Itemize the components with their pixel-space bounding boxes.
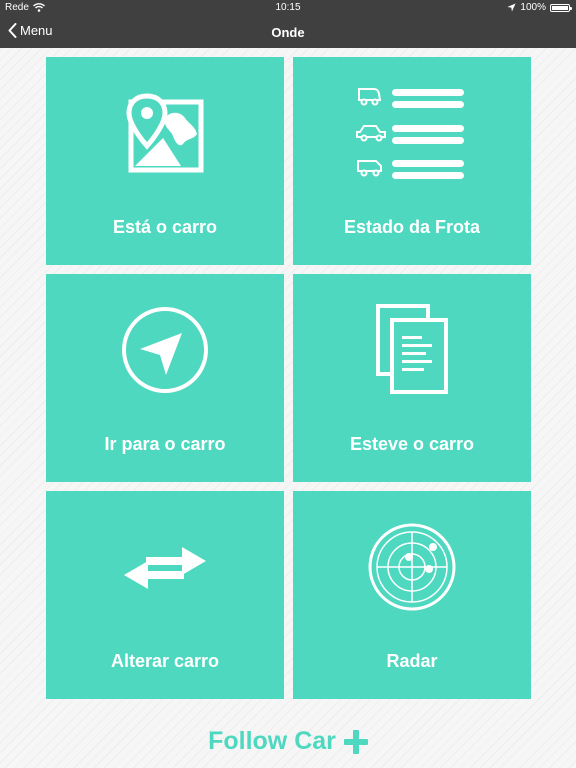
tile-esteve-o-carro[interactable]: Esteve o carro — [293, 274, 531, 482]
tile-label: Esteve o carro — [349, 434, 475, 454]
tile-label: Está o carro — [112, 217, 218, 237]
tile-alterar-carro[interactable]: Alterar carro — [46, 491, 284, 699]
back-button-label: Menu — [20, 23, 53, 38]
status-right: 100% — [507, 2, 572, 13]
map-pin-icon — [126, 92, 204, 172]
tile-radar[interactable]: Radar — [293, 491, 531, 699]
brand-text: Follow Car — [208, 727, 336, 755]
location-arrow-icon — [507, 3, 516, 12]
chevron-left-icon — [8, 23, 17, 38]
plus-icon — [343, 729, 368, 754]
back-button[interactable]: Menu — [8, 23, 53, 38]
battery-level — [552, 5, 568, 10]
documents-icon — [376, 304, 448, 394]
battery-percent: 100% — [520, 2, 546, 13]
tile-ir-para-o-carro[interactable]: Ir para o carro — [46, 274, 284, 482]
compass-icon — [122, 306, 208, 393]
tile-esta-o-carro[interactable]: Está o carro — [46, 57, 284, 265]
tile-label: Alterar carro — [110, 651, 220, 671]
swap-arrows-icon — [124, 546, 206, 589]
status-bar: Rede 10:15 100% — [0, 0, 576, 16]
battery-icon — [550, 3, 572, 12]
tile-label: Estado da Frota — [343, 217, 481, 237]
navigation-bar: Menu Onde — [0, 16, 576, 48]
fleet-list-icon — [356, 88, 464, 179]
brand-logo: Follow Car — [0, 727, 576, 756]
tile-label: Radar — [386, 651, 438, 671]
radar-icon — [368, 523, 456, 610]
page-title: Onde — [271, 25, 305, 40]
clock: 10:15 — [275, 2, 301, 13]
tile-estado-da-frota[interactable]: Estado da Frota — [293, 57, 531, 265]
tile-label: Ir para o carro — [104, 434, 226, 454]
